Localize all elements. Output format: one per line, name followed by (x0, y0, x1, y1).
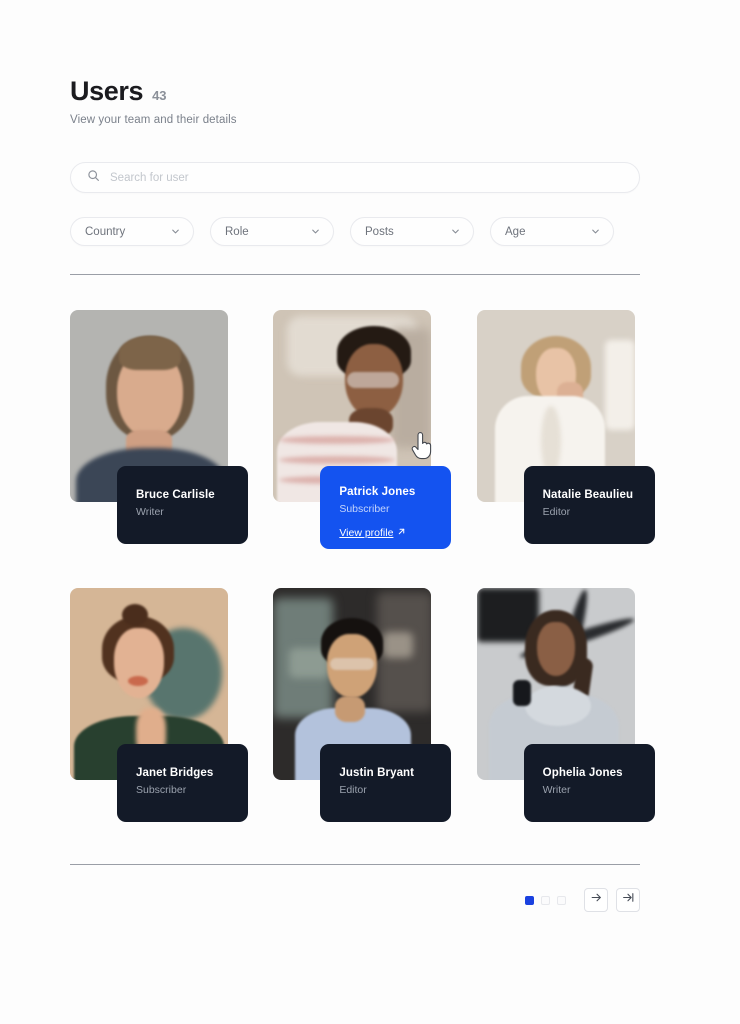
user-role: Subscriber (136, 784, 187, 796)
user-card[interactable]: Ophelia Jones Writer (476, 588, 655, 834)
filter-role[interactable]: Role (210, 217, 334, 246)
user-role: Editor (542, 506, 571, 518)
page-dot-3[interactable] (557, 895, 566, 905)
chevron-down-icon (450, 226, 461, 237)
user-role: Writer (136, 506, 164, 518)
filter-posts-label: Posts (365, 225, 394, 238)
page-title: Users (70, 76, 144, 106)
user-grid: Bruce Carlisle Writer Patrick Jones Subs… (70, 310, 655, 834)
filter-age[interactable]: Age (490, 217, 614, 246)
filter-role-label: Role (225, 225, 249, 238)
page-subtitle: View your team and their details (70, 114, 237, 126)
page-header: Users 43 View your team and their detail… (70, 0, 640, 127)
search-input[interactable] (110, 171, 623, 184)
filter-country[interactable]: Country (70, 217, 194, 246)
user-info-card-active[interactable]: Patrick Jones Subscriber View profile (320, 466, 452, 549)
chevron-down-icon (310, 226, 321, 237)
user-name: Ophelia Jones (542, 767, 623, 779)
search-section (70, 162, 640, 193)
user-name: Janet Bridges (136, 767, 214, 779)
view-profile-link[interactable]: View profile (339, 527, 406, 539)
divider-bottom (70, 864, 640, 865)
user-card-active[interactable]: Patrick Jones Subscriber View profile (273, 310, 452, 556)
user-role: Subscriber (339, 503, 390, 515)
title-row: Users 43 (70, 78, 640, 105)
user-info-card[interactable]: Ophelia Jones Writer (523, 744, 655, 822)
search-icon (87, 169, 100, 187)
user-name: Patrick Jones (339, 486, 416, 498)
arrow-up-right-icon (397, 527, 406, 539)
user-card[interactable]: Justin Bryant Editor (273, 588, 452, 834)
user-name: Justin Bryant (339, 767, 415, 779)
last-page-button[interactable] (616, 888, 640, 912)
next-page-button[interactable] (584, 888, 608, 912)
divider-top (70, 274, 640, 275)
page-dot-2[interactable] (541, 895, 550, 905)
user-name: Bruce Carlisle (136, 489, 215, 501)
search-box[interactable] (70, 162, 640, 193)
user-card[interactable]: Natalie Beaulieu Editor (476, 310, 655, 556)
user-info-card[interactable]: Bruce Carlisle Writer (117, 466, 248, 544)
page-content: Users 43 View your team and their detail… (70, 0, 655, 912)
user-count-badge: 43 (152, 88, 167, 103)
pagination (70, 888, 640, 912)
user-role: Editor (339, 784, 367, 796)
filter-bar: Country Role Posts Age (70, 217, 640, 246)
arrow-right-to-line-icon (622, 891, 635, 909)
users-page: Users 43 View your team and their detail… (0, 0, 740, 1024)
user-card[interactable]: Bruce Carlisle Writer (70, 310, 248, 556)
filter-age-label: Age (505, 225, 526, 238)
user-info-card[interactable]: Janet Bridges Subscriber (117, 744, 248, 822)
page-dots (525, 895, 566, 905)
arrow-right-icon (590, 891, 603, 909)
user-name: Natalie Beaulieu (542, 489, 634, 501)
chevron-down-icon (170, 226, 181, 237)
filter-posts[interactable]: Posts (350, 217, 474, 246)
chevron-down-icon (590, 226, 601, 237)
filter-country-label: Country (85, 225, 126, 238)
user-card[interactable]: Janet Bridges Subscriber (70, 588, 248, 834)
page-dot-1[interactable] (525, 895, 534, 905)
user-role: Writer (542, 784, 571, 796)
view-profile-label: View profile (339, 527, 394, 539)
user-info-card[interactable]: Justin Bryant Editor (320, 744, 452, 822)
user-info-card[interactable]: Natalie Beaulieu Editor (523, 466, 655, 544)
